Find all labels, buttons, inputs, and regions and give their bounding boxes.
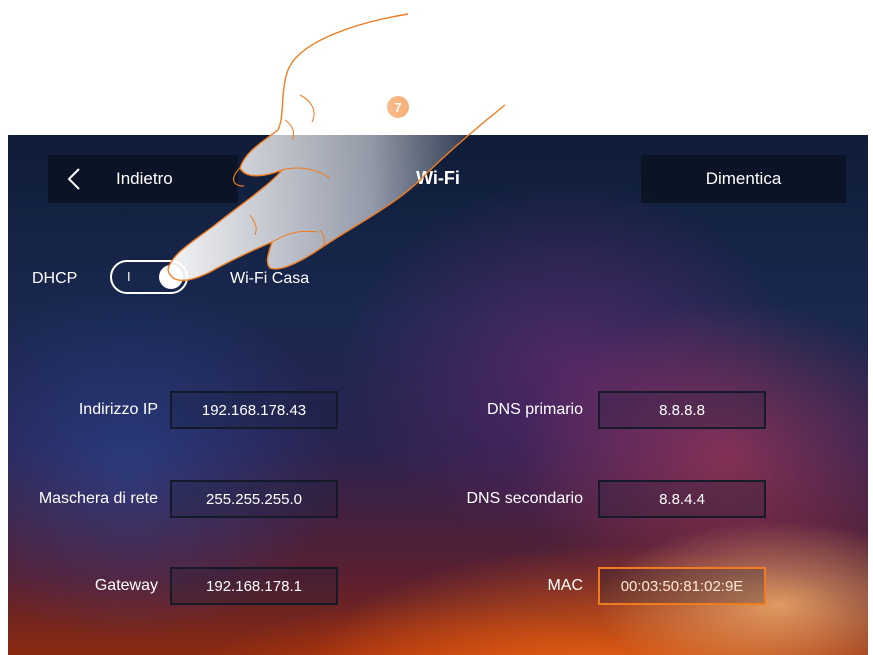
netmask-label: Maschera di rete	[38, 490, 158, 507]
toggle-on-mark: I	[127, 269, 131, 284]
back-button[interactable]: Indietro	[48, 155, 238, 203]
back-button-label: Indietro	[116, 169, 173, 188]
dns-primary-label: DNS primario	[486, 401, 583, 418]
gateway-field[interactable]: 192.168.178.1	[170, 567, 338, 605]
dhcp-toggle[interactable]: I	[110, 260, 188, 294]
gateway-label: Gateway	[94, 577, 158, 594]
page-title: Wi-Fi	[416, 168, 460, 188]
instruction-area: 7	[0, 0, 873, 135]
dhcp-label: DHCP	[32, 270, 78, 287]
mac-field: 00:03:50:81:02:9E	[598, 567, 766, 605]
device-screen: Indietro Wi-Fi Dimentica DHCP I Wi-Fi Ca…	[8, 135, 868, 655]
forget-button[interactable]: Dimentica	[641, 155, 846, 203]
ip-address-label: Indirizzo IP	[78, 401, 158, 418]
netmask-field[interactable]: 255.255.255.0	[170, 480, 338, 518]
mac-label: MAC	[547, 577, 583, 594]
step-badge: 7	[387, 96, 409, 118]
toggle-knob	[159, 265, 183, 289]
dns-secondary-field[interactable]: 8.8.4.4	[598, 480, 766, 518]
ip-address-field[interactable]: 192.168.178.43	[170, 391, 338, 429]
chevron-left-icon	[67, 168, 80, 190]
network-name: Wi-Fi Casa	[230, 270, 310, 287]
dns-primary-field[interactable]: 8.8.8.8	[598, 391, 766, 429]
dns-secondary-label: DNS secondario	[466, 490, 584, 507]
top-bar: Indietro Wi-Fi Dimentica	[8, 135, 868, 225]
